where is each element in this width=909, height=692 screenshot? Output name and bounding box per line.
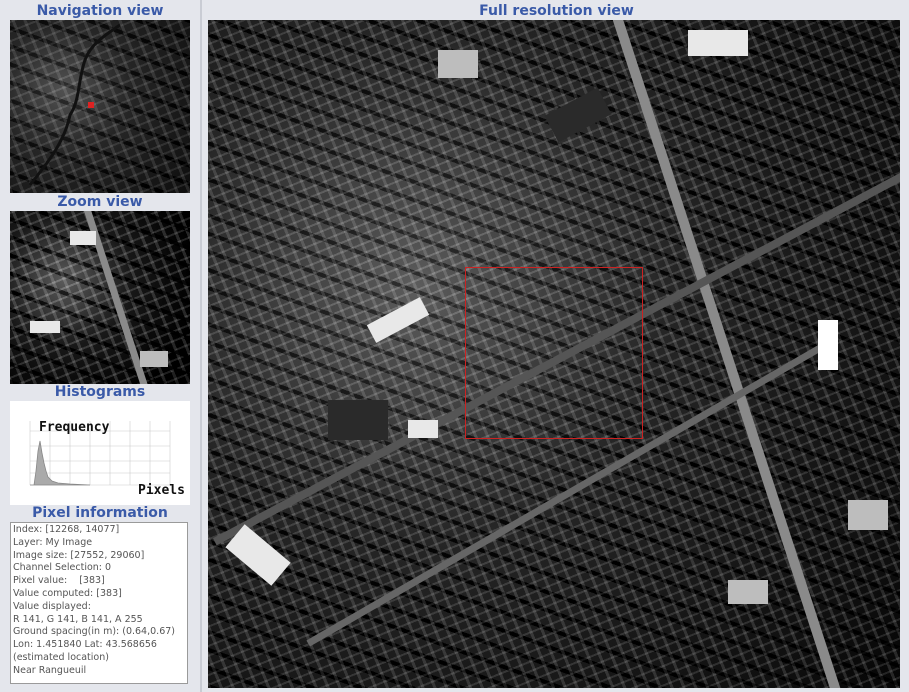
left-panel-column: Navigation view Zoom view Histograms Fre… [0, 0, 200, 692]
pixel-info-estimated: (estimated location) [13, 651, 109, 663]
pixel-information-title: Pixel information [32, 505, 168, 521]
building [688, 30, 748, 56]
zoom-building [30, 321, 60, 333]
zoom-building [70, 231, 96, 245]
full-resolution-canvas[interactable] [208, 20, 900, 688]
building [818, 320, 838, 370]
building [848, 500, 888, 530]
pixel-info-value: Pixel value: [383] [13, 575, 105, 587]
pixel-info-near: Near Rangueuil [13, 664, 87, 676]
histograms-title: Histograms [54, 384, 146, 400]
pixel-info-ground-spacing: Ground spacing(in m): (0.64,0.67) [13, 626, 175, 638]
zoom-view-canvas[interactable] [10, 211, 190, 384]
pixel-information-box: Index: [12268, 14077] Layer: My Image Im… [10, 522, 188, 684]
histogram-panel: Frequency Pixels [10, 401, 190, 505]
zoom-building [140, 351, 168, 367]
navigation-position-marker [88, 102, 94, 108]
pixel-info-lonlat: Lon: 1.451840 Lat: 43.568656 [13, 639, 157, 651]
zoom-selection-rectangle[interactable] [465, 267, 643, 439]
building [728, 580, 768, 604]
river-overlay [28, 23, 121, 186]
pixel-info-channel: Channel Selection: 0 [13, 562, 112, 574]
pixel-info-rgba: R 141, G 141, B 141, A 255 [13, 613, 143, 625]
building [438, 50, 478, 78]
pixel-info-image-size: Image size: [27552, 29060] [13, 549, 145, 561]
pixel-info-index: Index: [12268, 14077] [13, 524, 120, 535]
full-resolution-panel: Full resolution view [200, 0, 909, 692]
histogram-ylabel: Frequency [39, 420, 110, 435]
pixel-info-value-displayed: Value displayed: [13, 600, 91, 612]
navigation-view-canvas[interactable] [10, 20, 190, 193]
zoom-view-title: Zoom view [57, 194, 143, 210]
pixel-info-layer: Layer: My Image [13, 536, 93, 548]
full-resolution-title: Full resolution view [479, 3, 634, 19]
histogram-curve [30, 440, 91, 486]
building [328, 400, 388, 440]
histogram-xlabel: Pixels [138, 483, 185, 498]
pixel-info-value-computed: Value computed: [383] [13, 587, 122, 599]
navigation-view-title: Navigation view [36, 3, 164, 19]
building [408, 420, 438, 438]
